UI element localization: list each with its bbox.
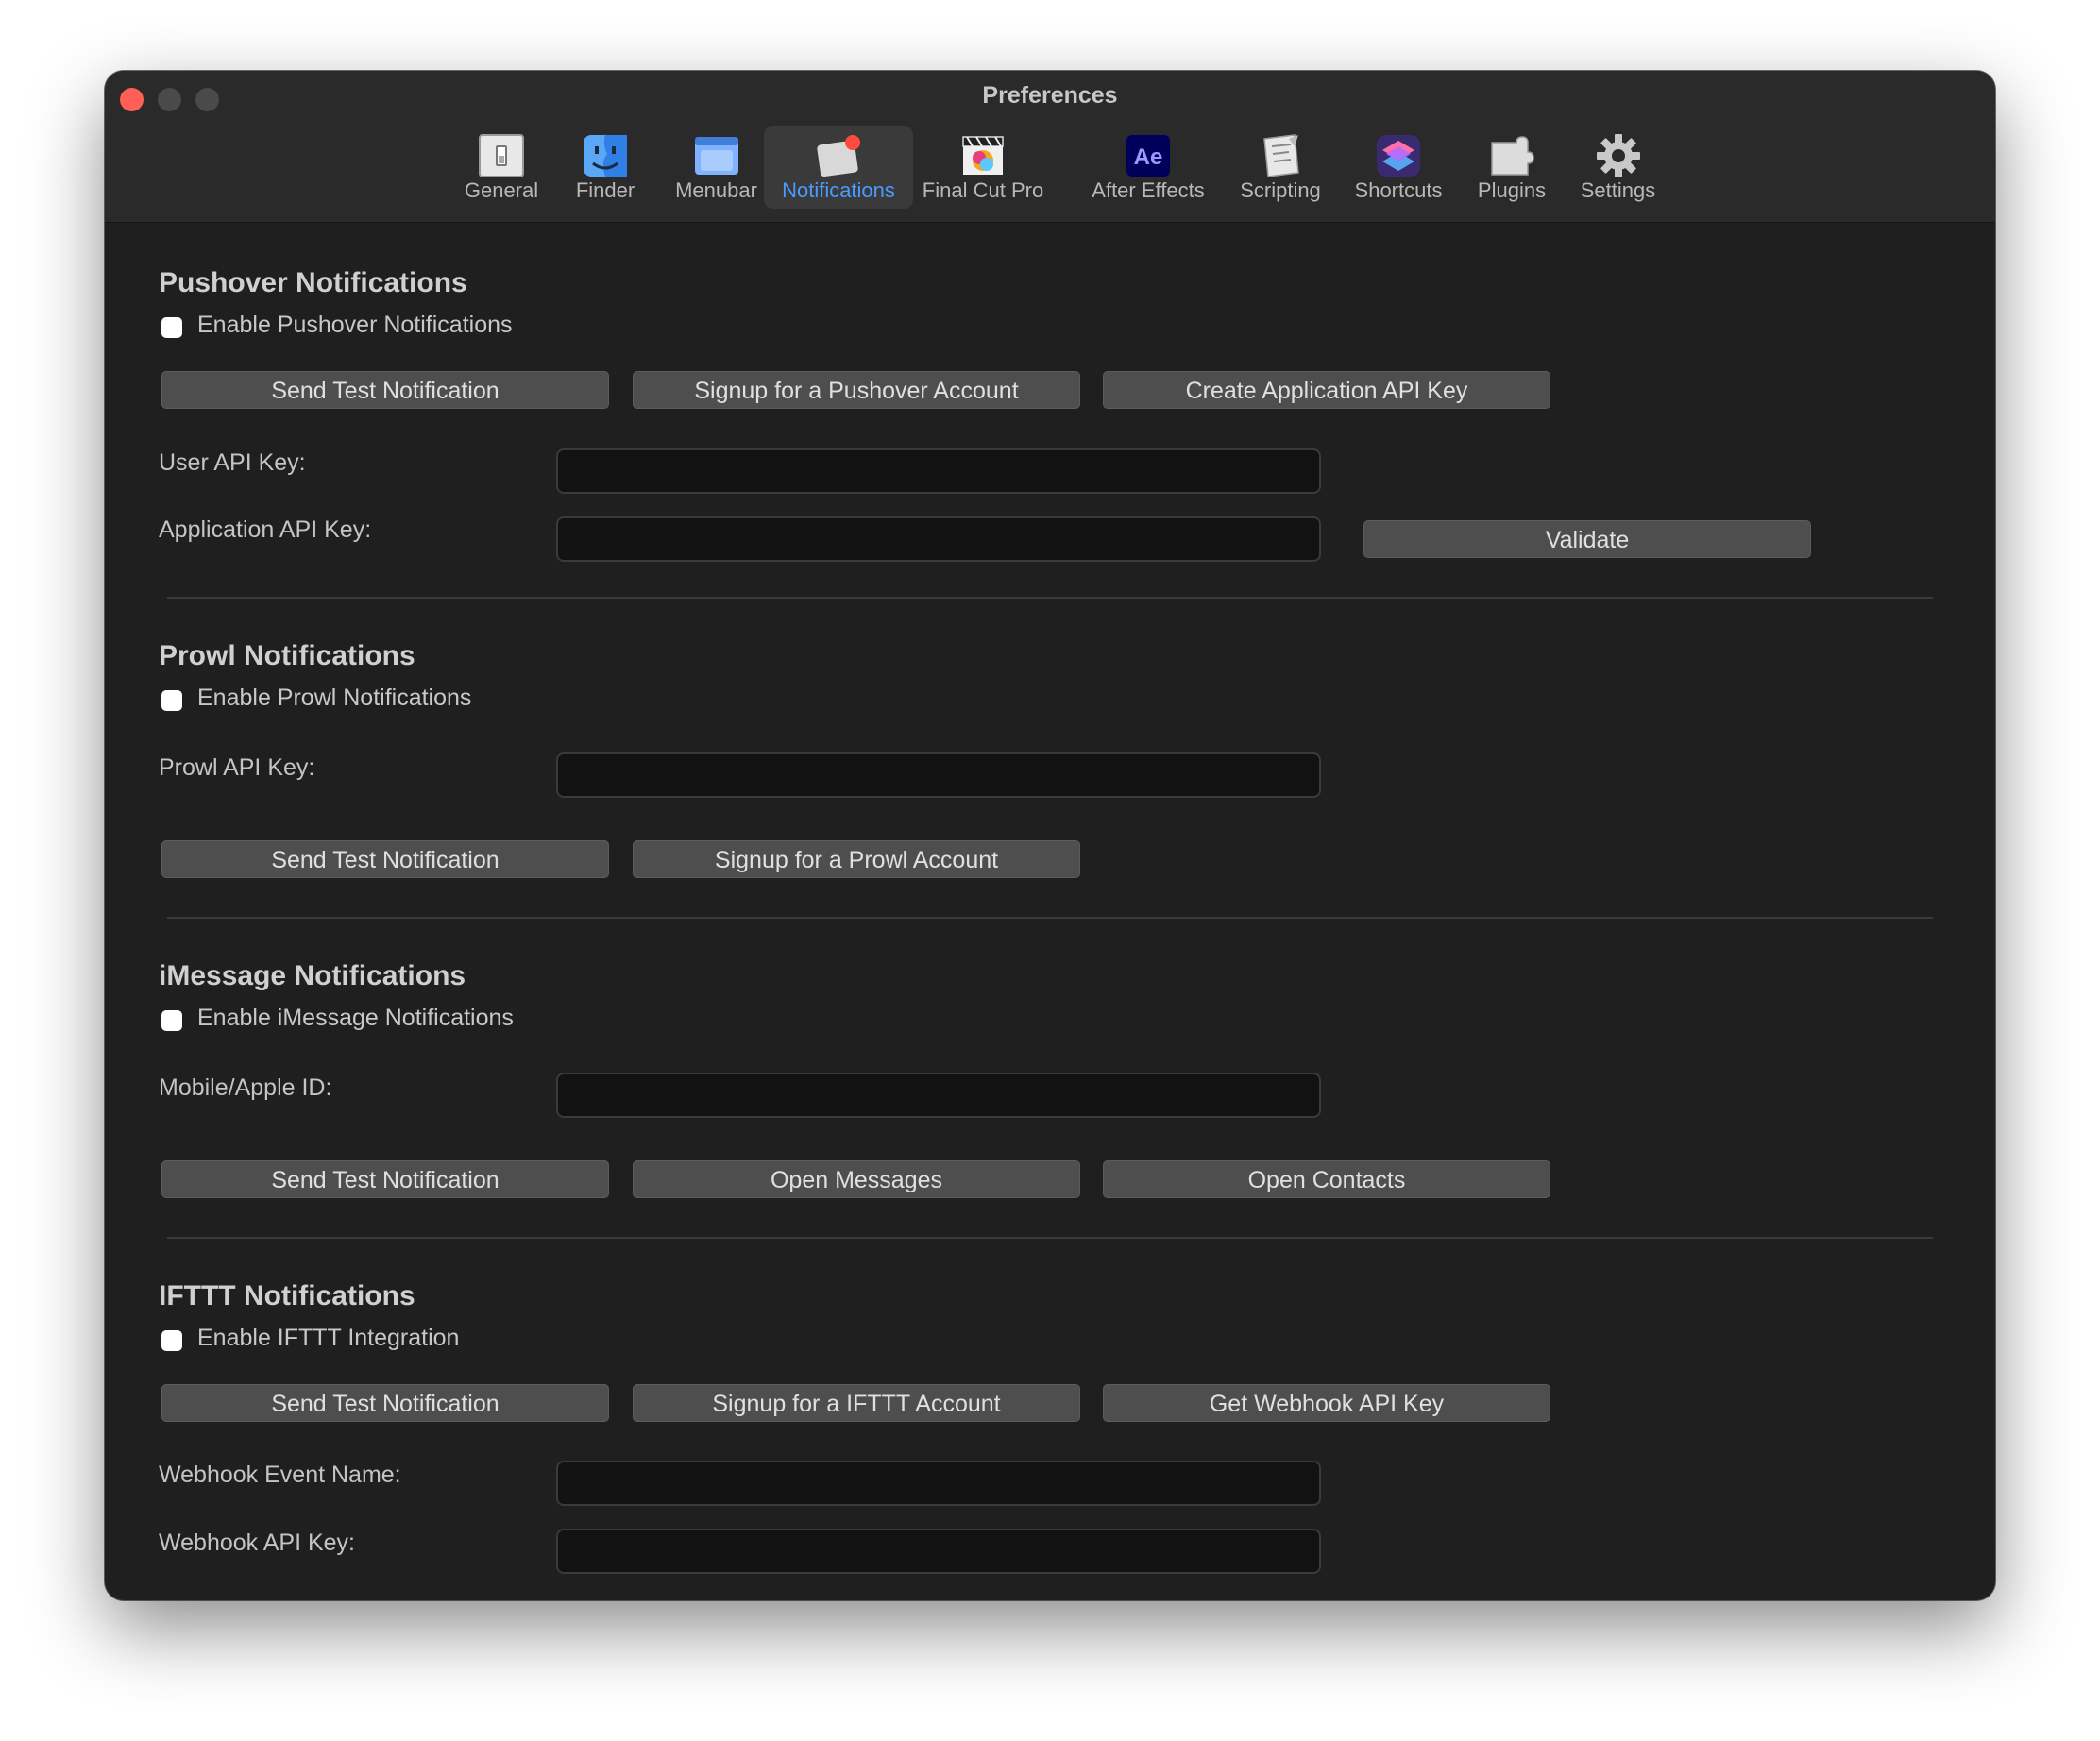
preferences-toolbar: General Finder Menubar Notifications Fin…	[105, 126, 1995, 212]
tab-menubar[interactable]: Menubar	[657, 126, 775, 209]
pushover-app-key-field[interactable]	[556, 516, 1321, 562]
tab-label: Final Cut Pro	[922, 178, 1044, 202]
final-cut-pro-icon	[959, 133, 1007, 178]
ifttt-send-test-button[interactable]: Send Test Notification	[161, 1384, 609, 1422]
pushover-validate-button[interactable]: Validate	[1363, 520, 1811, 558]
pushover-create-api-key-button[interactable]: Create Application API Key	[1103, 371, 1550, 409]
ifttt-api-key-field[interactable]	[556, 1529, 1321, 1574]
tab-after-effects[interactable]: Ae After Effects	[1073, 126, 1224, 209]
imessage-enable-label: Enable iMessage Notifications	[197, 1005, 514, 1031]
ifttt-api-key-label: Webhook API Key:	[159, 1530, 355, 1556]
pushover-user-key-label: User API Key:	[159, 449, 306, 476]
ifttt-event-name-label: Webhook Event Name:	[159, 1462, 401, 1488]
open-messages-button[interactable]: Open Messages	[633, 1160, 1080, 1198]
prowl-section-title: Prowl Notifications	[159, 640, 415, 671]
gear-icon	[1595, 133, 1642, 178]
notifications-icon	[815, 133, 862, 178]
tab-plugins[interactable]: Plugins	[1455, 126, 1568, 209]
tab-label: Plugins	[1477, 178, 1547, 202]
prowl-api-key-label: Prowl API Key:	[159, 754, 315, 781]
get-webhook-api-key-button[interactable]: Get Webhook API Key	[1103, 1384, 1550, 1422]
section-divider	[167, 917, 1933, 919]
pushover-user-key-field[interactable]	[556, 448, 1321, 494]
plugins-icon	[1488, 133, 1535, 178]
pushover-app-key-label: Application API Key:	[159, 516, 372, 543]
tab-finder[interactable]: Finder	[553, 126, 657, 209]
ifttt-signup-button[interactable]: Signup for a IFTTT Account	[633, 1384, 1080, 1422]
tab-scripting[interactable]: Scripting	[1219, 126, 1342, 209]
shortcuts-icon	[1375, 133, 1422, 178]
tab-label: Menubar	[675, 178, 757, 202]
after-effects-icon: Ae	[1125, 133, 1172, 178]
window-title: Preferences	[982, 82, 1118, 109]
tab-label: Shortcuts	[1354, 178, 1443, 202]
tab-general[interactable]: General	[440, 126, 563, 209]
prowl-signup-button[interactable]: Signup for a Prowl Account	[633, 840, 1080, 878]
tab-label: Settings	[1580, 178, 1656, 202]
imessage-id-field[interactable]	[556, 1073, 1321, 1118]
prowl-enable-label: Enable Prowl Notifications	[197, 685, 472, 711]
title-bar: Preferences General Finder Menubar Notif…	[105, 71, 1995, 223]
finder-icon	[582, 133, 629, 178]
imessage-enable-checkbox[interactable]	[161, 1010, 182, 1031]
prowl-send-test-button[interactable]: Send Test Notification	[161, 840, 609, 878]
general-switch-icon	[478, 133, 525, 178]
pushover-enable-label: Enable Pushover Notifications	[197, 312, 513, 338]
imessage-section-title: iMessage Notifications	[159, 960, 466, 991]
menubar-icon	[693, 133, 740, 178]
pushover-send-test-button[interactable]: Send Test Notification	[161, 371, 609, 409]
imessage-send-test-button[interactable]: Send Test Notification	[161, 1160, 609, 1198]
svg-text:Ae: Ae	[1134, 144, 1163, 170]
ifttt-section-title: IFTTT Notifications	[159, 1280, 415, 1311]
section-divider	[167, 597, 1933, 599]
imessage-id-label: Mobile/Apple ID:	[159, 1074, 332, 1101]
tab-label: After Effects	[1092, 178, 1205, 202]
tab-notifications[interactable]: Notifications	[764, 126, 913, 209]
preferences-window: Preferences General Finder Menubar Notif…	[105, 71, 1995, 1600]
tab-shortcuts[interactable]: Shortcuts	[1337, 126, 1460, 209]
tab-label: General	[464, 178, 539, 202]
prowl-enable-checkbox[interactable]	[161, 690, 182, 711]
tab-label: Scripting	[1240, 178, 1321, 202]
ifttt-enable-checkbox[interactable]	[161, 1330, 182, 1351]
pushover-signup-button[interactable]: Signup for a Pushover Account	[633, 371, 1080, 409]
open-contacts-button[interactable]: Open Contacts	[1103, 1160, 1550, 1198]
tab-label: Notifications	[782, 178, 895, 202]
pushover-section-title: Pushover Notifications	[159, 267, 467, 298]
tab-final-cut-pro[interactable]: Final Cut Pro	[917, 126, 1049, 209]
ifttt-enable-label: Enable IFTTT Integration	[197, 1325, 460, 1351]
prowl-api-key-field[interactable]	[556, 752, 1321, 798]
scripting-icon	[1257, 133, 1304, 178]
ifttt-event-name-field[interactable]	[556, 1461, 1321, 1506]
tab-settings[interactable]: Settings	[1564, 126, 1672, 209]
section-divider	[167, 1237, 1933, 1239]
pushover-enable-checkbox[interactable]	[161, 317, 182, 338]
tab-label: Finder	[575, 178, 635, 202]
